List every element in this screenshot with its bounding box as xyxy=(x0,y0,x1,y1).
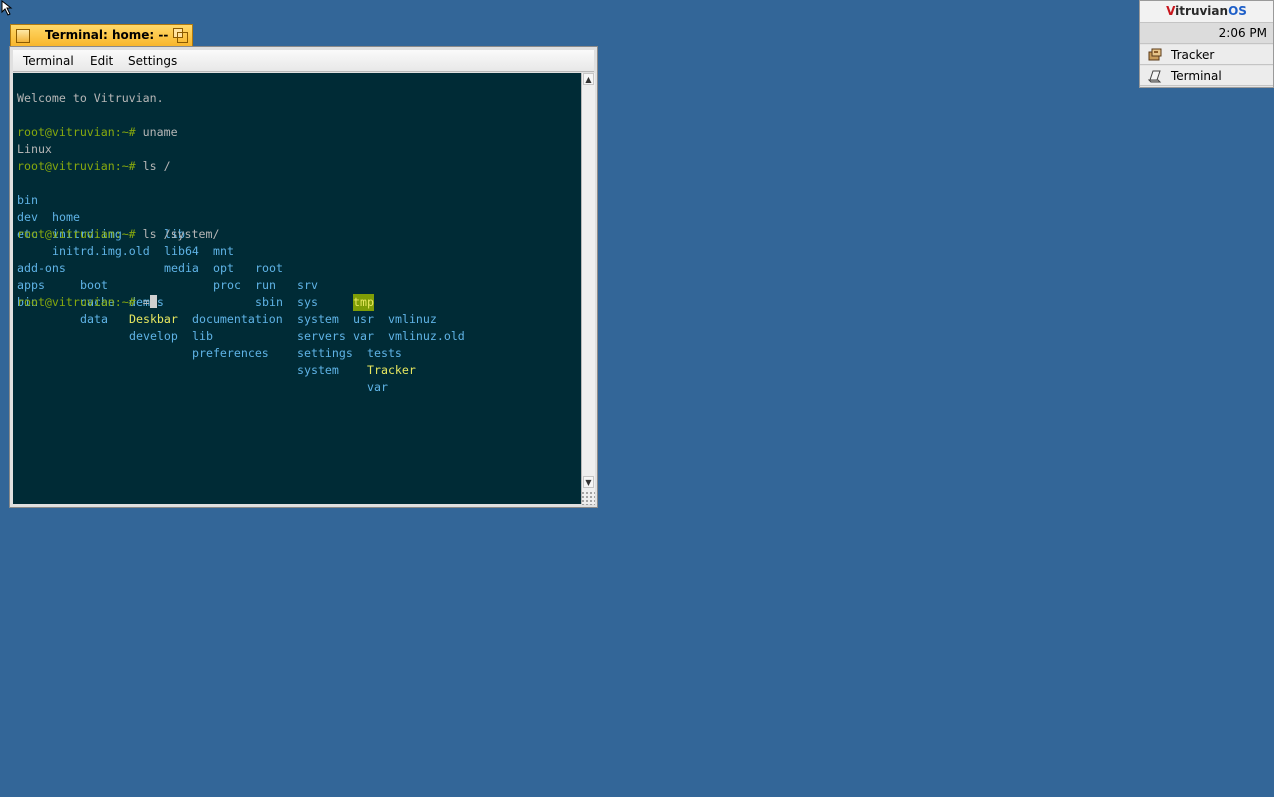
ls-output-row: add-ons boot demos documentation servers… xyxy=(17,243,577,360)
dir-entry: lib xyxy=(192,329,213,343)
ls-output-row: apps cache Deskbar lib settings Tracker xyxy=(17,260,577,377)
dir-entry: sbin xyxy=(255,295,283,309)
deskbar-item-terminal[interactable]: Terminal xyxy=(1140,66,1273,86)
dir-entry: system xyxy=(297,312,339,326)
dir-entry: settings xyxy=(297,346,353,360)
dir-entry-highlighted: tmp xyxy=(353,294,374,311)
vertical-scrollbar[interactable]: ▲ ▼ xyxy=(581,73,595,504)
dir-entry: tests xyxy=(367,346,402,360)
window-title: Terminal: home: -- xyxy=(45,28,169,42)
dir-entry: usr xyxy=(353,312,374,326)
scroll-up-arrow-icon[interactable]: ▲ xyxy=(583,73,594,85)
terminal-window: Terminal Edit Settings Welcome to Vitruv… xyxy=(9,46,598,508)
dir-entry: var xyxy=(367,380,388,394)
terminal-icon xyxy=(1148,70,1162,83)
executable-entry: Tracker xyxy=(367,363,416,377)
menu-settings[interactable]: Settings xyxy=(128,54,177,68)
ls-output-row: bin home lib mnt root srv tmp vmlinuz xyxy=(17,175,577,326)
file-entry: vmlinuz xyxy=(388,312,437,326)
prompt: root@vitruvian:~# xyxy=(17,125,136,139)
dir-entry: sys xyxy=(297,295,318,309)
prompt: root@vitruvian:~# xyxy=(17,227,136,241)
command-line: root@vitruvian:~# ls / xyxy=(17,158,171,175)
scroll-down-arrow-icon[interactable]: ▼ xyxy=(583,476,594,488)
deskbar-logo-button[interactable]: VitruvianOS xyxy=(1140,1,1273,23)
terminal-view[interactable]: Welcome to Vitruvian. root@vitruvian:~# … xyxy=(13,73,581,504)
welcome-line: Welcome to Vitruvian. xyxy=(17,91,164,105)
command-text: uname xyxy=(142,125,178,139)
ls-output-row: etc initrd.img.old media proc sbin syste… xyxy=(17,209,577,343)
typed-text: = xyxy=(142,295,150,309)
deskbar-item-label: Tracker xyxy=(1171,48,1215,62)
dir-entry: preferences xyxy=(192,346,269,360)
command-line: root@vitruvian:~# ls /system/ xyxy=(17,226,219,243)
prompt: root@vitruvian:~# xyxy=(17,159,136,173)
dir-entry: data xyxy=(80,312,108,326)
dir-entry: servers xyxy=(297,329,346,343)
mouse-pointer-icon xyxy=(1,0,13,16)
dir-entry: develop xyxy=(129,329,178,343)
text-cursor xyxy=(149,295,157,308)
tracker-icon xyxy=(1148,48,1162,61)
deskbar-item-tracker[interactable]: Tracker xyxy=(1140,45,1273,65)
close-window-button[interactable] xyxy=(16,29,30,43)
dir-entry: var xyxy=(353,329,374,343)
prompt: root@vitruvian:~# xyxy=(17,295,136,309)
ls-output-row: bin data develop preferences system var xyxy=(17,277,577,394)
ls-output-row: dev initrd.img lib64 opt run sys usr vml… xyxy=(17,192,577,343)
resize-grip-icon[interactable] xyxy=(581,491,595,505)
clock[interactable]: 2:06 PM xyxy=(1140,23,1273,44)
menu-edit[interactable]: Edit xyxy=(90,54,113,68)
dir-entry: documentation xyxy=(192,312,283,326)
window-tab[interactable]: Terminal: home: -- xyxy=(10,24,193,46)
command-text: ls /system/ xyxy=(142,227,220,241)
current-command-line[interactable]: root@vitruvian:~# = xyxy=(17,294,157,311)
output-line: Linux xyxy=(17,142,52,156)
executable-entry: Deskbar xyxy=(129,312,178,326)
command-text: ls / xyxy=(142,159,171,173)
command-line: root@vitruvian:~# uname xyxy=(17,124,178,141)
deskbar: VitruvianOS 2:06 PM Tracker Terminal xyxy=(1139,0,1274,88)
dir-entry: system xyxy=(297,363,339,377)
zoom-window-button[interactable] xyxy=(173,28,188,43)
file-entry: vmlinuz.old xyxy=(388,329,465,343)
menu-bar: Terminal Edit Settings xyxy=(13,50,594,72)
deskbar-item-label: Terminal xyxy=(1171,69,1222,83)
menu-terminal[interactable]: Terminal xyxy=(23,54,74,68)
